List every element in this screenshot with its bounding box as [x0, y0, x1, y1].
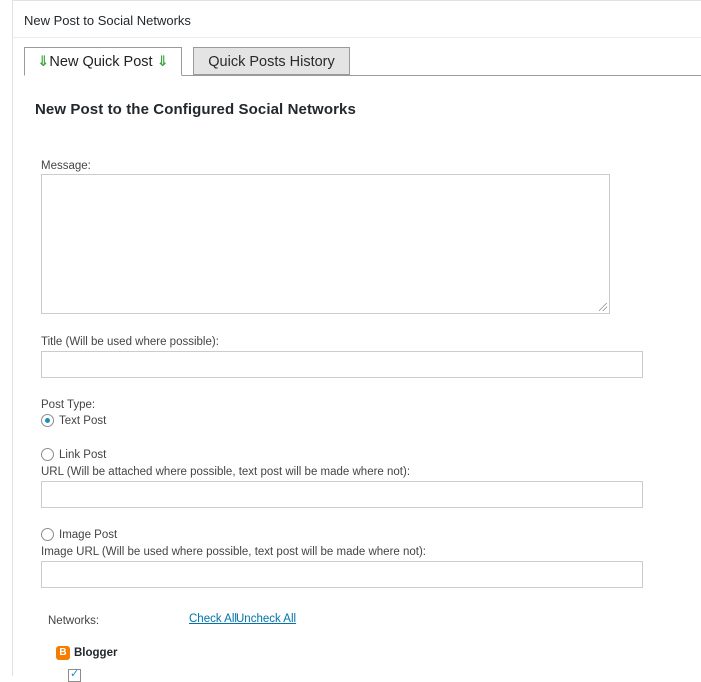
- down-arrow-icon: ⇓: [156, 54, 169, 70]
- panel-header: New Post to Social Networks: [13, 1, 701, 38]
- tab-new-quick-post[interactable]: ⇓New Quick Post ⇓: [24, 47, 182, 76]
- uncheck-all-link[interactable]: Uncheck All: [236, 613, 296, 625]
- message-label: Message:: [41, 160, 91, 172]
- networks-label: Networks:: [48, 615, 100, 627]
- panel-title: New Post to Social Networks: [24, 13, 191, 28]
- image-url-label: Image URL (Will be used where possible, …: [41, 546, 426, 558]
- tab-quick-posts-history[interactable]: Quick Posts History: [193, 47, 350, 75]
- message-textarea[interactable]: [41, 174, 610, 314]
- blogger-checkbox[interactable]: [68, 667, 81, 682]
- url-input[interactable]: [41, 481, 643, 508]
- image-url-input[interactable]: [41, 561, 643, 588]
- link-post-label: Link Post: [59, 449, 107, 461]
- post-type-label: Post Type:: [41, 399, 96, 411]
- social-post-panel: New Post to Social Networks ⇓New Quick P…: [12, 0, 701, 682]
- title-label: Title (Will be used where possible):: [41, 336, 219, 348]
- section-title: New Post to the Configured Social Networ…: [35, 101, 356, 118]
- check-all-link[interactable]: Check All: [189, 613, 237, 625]
- image-post-label: Image Post: [59, 529, 118, 541]
- radio-image-post[interactable]: [41, 528, 54, 541]
- radio-text-post[interactable]: [41, 414, 54, 427]
- tab-label: Quick Posts History: [208, 54, 335, 70]
- radio-link-post[interactable]: [41, 448, 54, 461]
- blogger-icon: B: [56, 646, 70, 660]
- network-name-blogger: Blogger: [74, 647, 118, 659]
- text-post-label: Text Post: [59, 415, 107, 427]
- resize-handle-icon[interactable]: [599, 303, 607, 311]
- url-label: URL (Will be attached where possible, te…: [41, 466, 411, 478]
- tab-label: New Quick Post: [49, 54, 153, 70]
- down-arrow-icon: ⇓: [37, 54, 50, 70]
- title-input[interactable]: [41, 351, 643, 378]
